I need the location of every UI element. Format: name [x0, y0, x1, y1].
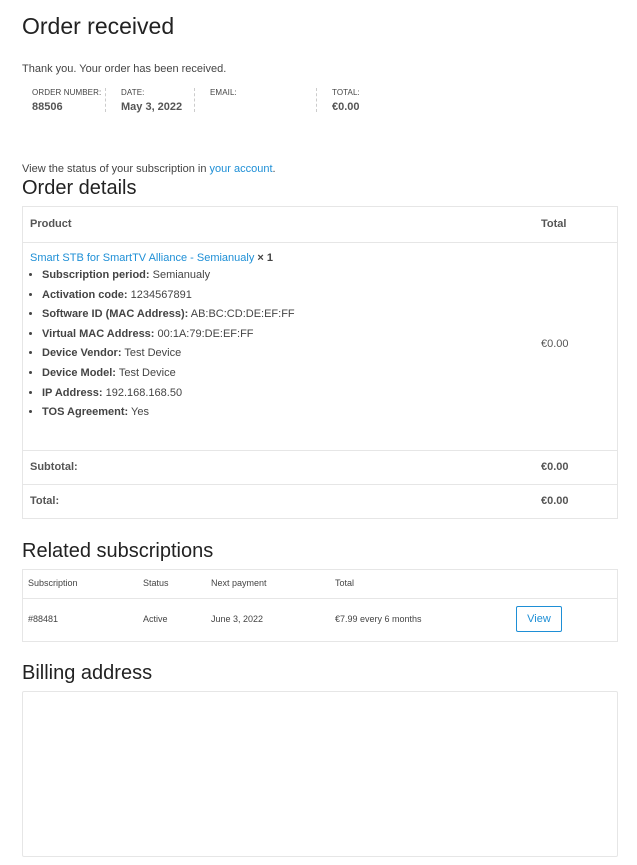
meta-item: IP Address: 192.168.168.50 [42, 384, 295, 404]
subscription-total: €7.99 every 6 months [335, 614, 422, 624]
meta-item: Device Vendor: Test Device [42, 344, 295, 364]
meta-value: Yes [131, 406, 149, 419]
col-next-payment-header: Next payment [211, 578, 267, 588]
meta-value: 1234567891 [130, 288, 192, 301]
product-quantity: × 1 [257, 252, 274, 264]
product-link[interactable]: Smart STB for SmartTV Alliance - Semianu… [30, 252, 254, 264]
subscription-id-link[interactable]: #88481 [28, 614, 58, 624]
billing-address-heading: Billing address [22, 662, 153, 684]
meta-item: Activation code: 1234567891 [42, 286, 295, 306]
your-account-link[interactable]: your account [210, 163, 273, 175]
order-details-heading: Order details [22, 177, 137, 199]
meta-item: Device Model: Test Device [42, 364, 295, 384]
meta-value: Test Device [118, 366, 176, 379]
col-total-header: Total [541, 218, 567, 230]
meta-item: Virtual MAC Address: 00:1A:79:DE:EF:FF [42, 325, 295, 345]
subtotal-label: Subtotal: [30, 461, 78, 473]
meta-value: 192.168.168.50 [105, 386, 183, 399]
row-divider [23, 598, 617, 599]
col-product-header: Product [30, 218, 72, 230]
order-number-value: 88506 [32, 101, 63, 113]
subscription-status: Active [143, 614, 168, 624]
overview-divider [105, 88, 106, 112]
meta-key: Activation code: [42, 288, 128, 301]
total-label: Total: [30, 495, 60, 507]
col-subscription-header: Subscription [28, 578, 78, 588]
order-item-meta-wrap: Subscription period: Semianualy Activati… [26, 266, 426, 426]
total-value: €0.00 [541, 495, 569, 507]
col-sub-total-header: Total [335, 578, 355, 588]
meta-value: Semianualy [152, 269, 211, 281]
row-divider [23, 242, 617, 243]
order-date-item: DATE: May 3, 2022 [121, 88, 182, 114]
order-item-product: Smart STB for SmartTV Alliance - Semianu… [30, 252, 273, 264]
meta-key: Device Vendor: [42, 347, 122, 360]
order-details-table: Product Total Smart STB for SmartTV Alli… [22, 206, 618, 519]
order-total-label: TOTAL: [332, 88, 360, 97]
meta-value: 00:1A:79:DE:EF:FF [157, 327, 254, 340]
order-date-value: May 3, 2022 [121, 101, 183, 113]
meta-item: Subscription period: Semianualy [42, 266, 295, 286]
subtotal-value: €0.00 [541, 461, 569, 473]
row-divider [23, 484, 617, 485]
order-email-label: EMAIL: [210, 88, 237, 97]
overview-divider [316, 88, 317, 112]
order-item-meta: Subscription period: Semianualy Activati… [30, 266, 295, 423]
subscription-note-text: View the status of your subscription in [22, 163, 210, 175]
subscription-note-suffix: . [272, 163, 276, 175]
related-subscriptions-table: Subscription Status Next payment Total #… [22, 569, 618, 642]
thank-you-message: Thank you. Your order has been received. [22, 63, 227, 75]
meta-key: Software ID (MAC Address): [42, 308, 189, 321]
subscription-next-payment: June 3, 2022 [211, 614, 264, 624]
meta-item: TOS Agreement: Yes [42, 403, 295, 423]
meta-value: AB:BC:CD:DE:EF:FF [190, 308, 295, 321]
order-total-value: €0.00 [332, 101, 360, 113]
page-title: Order received [22, 13, 175, 39]
related-subscriptions-heading: Related subscriptions [22, 540, 214, 562]
meta-key: IP Address: [42, 386, 103, 399]
meta-key: Subscription period: [42, 269, 150, 281]
meta-value: Test Device [124, 347, 182, 360]
meta-key: Virtual MAC Address: [42, 327, 155, 340]
col-status-header: Status [143, 578, 169, 588]
order-number-label: ORDER NUMBER: [32, 88, 102, 97]
order-number-item: ORDER NUMBER: 88506 [32, 88, 101, 114]
row-divider [23, 450, 617, 451]
order-total-item: TOTAL: €0.00 [332, 88, 360, 114]
subscription-status-note: View the status of your subscription in … [22, 163, 276, 175]
meta-key: Device Model: [42, 366, 116, 379]
order-email-item: EMAIL: [210, 88, 237, 114]
meta-item: Software ID (MAC Address): AB:BC:CD:DE:E… [42, 305, 295, 325]
order-item-total: €0.00 [541, 338, 569, 350]
overview-divider [194, 88, 195, 112]
order-date-label: DATE: [121, 88, 145, 97]
view-subscription-button[interactable]: View [516, 606, 562, 632]
meta-key: TOS Agreement: [42, 406, 129, 419]
billing-address-box [22, 691, 618, 857]
